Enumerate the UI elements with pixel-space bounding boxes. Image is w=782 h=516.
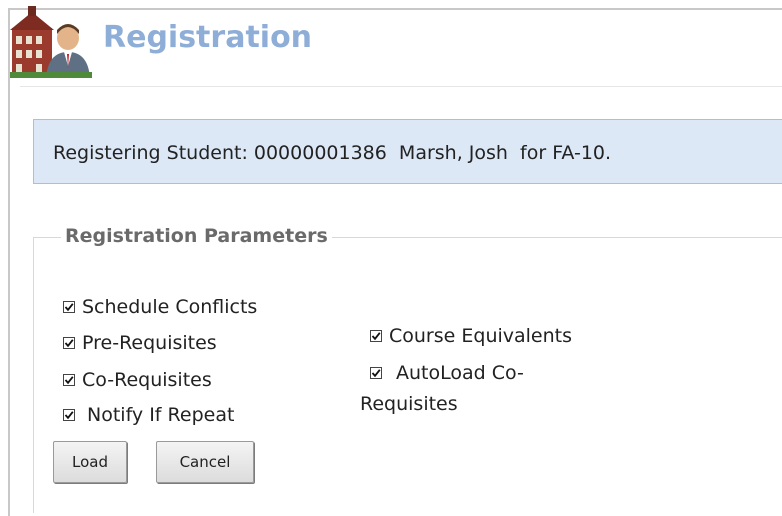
pre-requisites-label: Pre-Requisites	[82, 332, 217, 354]
pre-requisites-checkbox[interactable]	[63, 337, 75, 349]
notify-if-repeat-checkbox[interactable]	[63, 409, 75, 421]
notify-if-repeat-option[interactable]: Notify If Repeat	[63, 404, 234, 426]
co-requisites-option[interactable]: Co-Requisites	[63, 369, 212, 391]
schedule-conflicts-label: Schedule Conflicts	[82, 296, 258, 318]
course-equivalents-label: Course Equivalents	[389, 325, 573, 347]
campus-building-student-icon	[10, 6, 92, 78]
pre-requisites-option[interactable]: Pre-Requisites	[63, 332, 217, 354]
autoload-co-requisites-checkbox[interactable]	[370, 367, 382, 379]
autoload-co-requisites-label-line2-wrap: Requisites	[360, 393, 458, 415]
autoload-co-requisites-label-line1: AutoLoad Co-	[396, 362, 524, 384]
autoload-co-requisites-option[interactable]: AutoLoad Co-	[370, 362, 524, 384]
co-requisites-checkbox[interactable]	[63, 374, 75, 386]
schedule-conflicts-option[interactable]: Schedule Conflicts	[63, 296, 257, 318]
notify-if-repeat-label: Notify If Repeat	[87, 404, 235, 426]
cancel-button[interactable]: Cancel	[156, 441, 254, 483]
load-button[interactable]: Load	[53, 441, 127, 483]
co-requisites-label: Co-Requisites	[82, 369, 212, 391]
page-title: Registration	[103, 20, 313, 55]
student-info-banner: Registering Student: 00000001386 Marsh, …	[33, 119, 782, 184]
registration-parameters-legend: Registration Parameters	[61, 225, 332, 247]
header-divider	[20, 86, 782, 87]
schedule-conflicts-checkbox[interactable]	[63, 301, 75, 313]
autoload-co-requisites-label-line2: Requisites	[360, 393, 458, 415]
student-info-text: Registering Student: 00000001386 Marsh, …	[53, 142, 612, 164]
course-equivalents-checkbox[interactable]	[370, 330, 382, 342]
course-equivalents-option[interactable]: Course Equivalents	[370, 325, 572, 347]
